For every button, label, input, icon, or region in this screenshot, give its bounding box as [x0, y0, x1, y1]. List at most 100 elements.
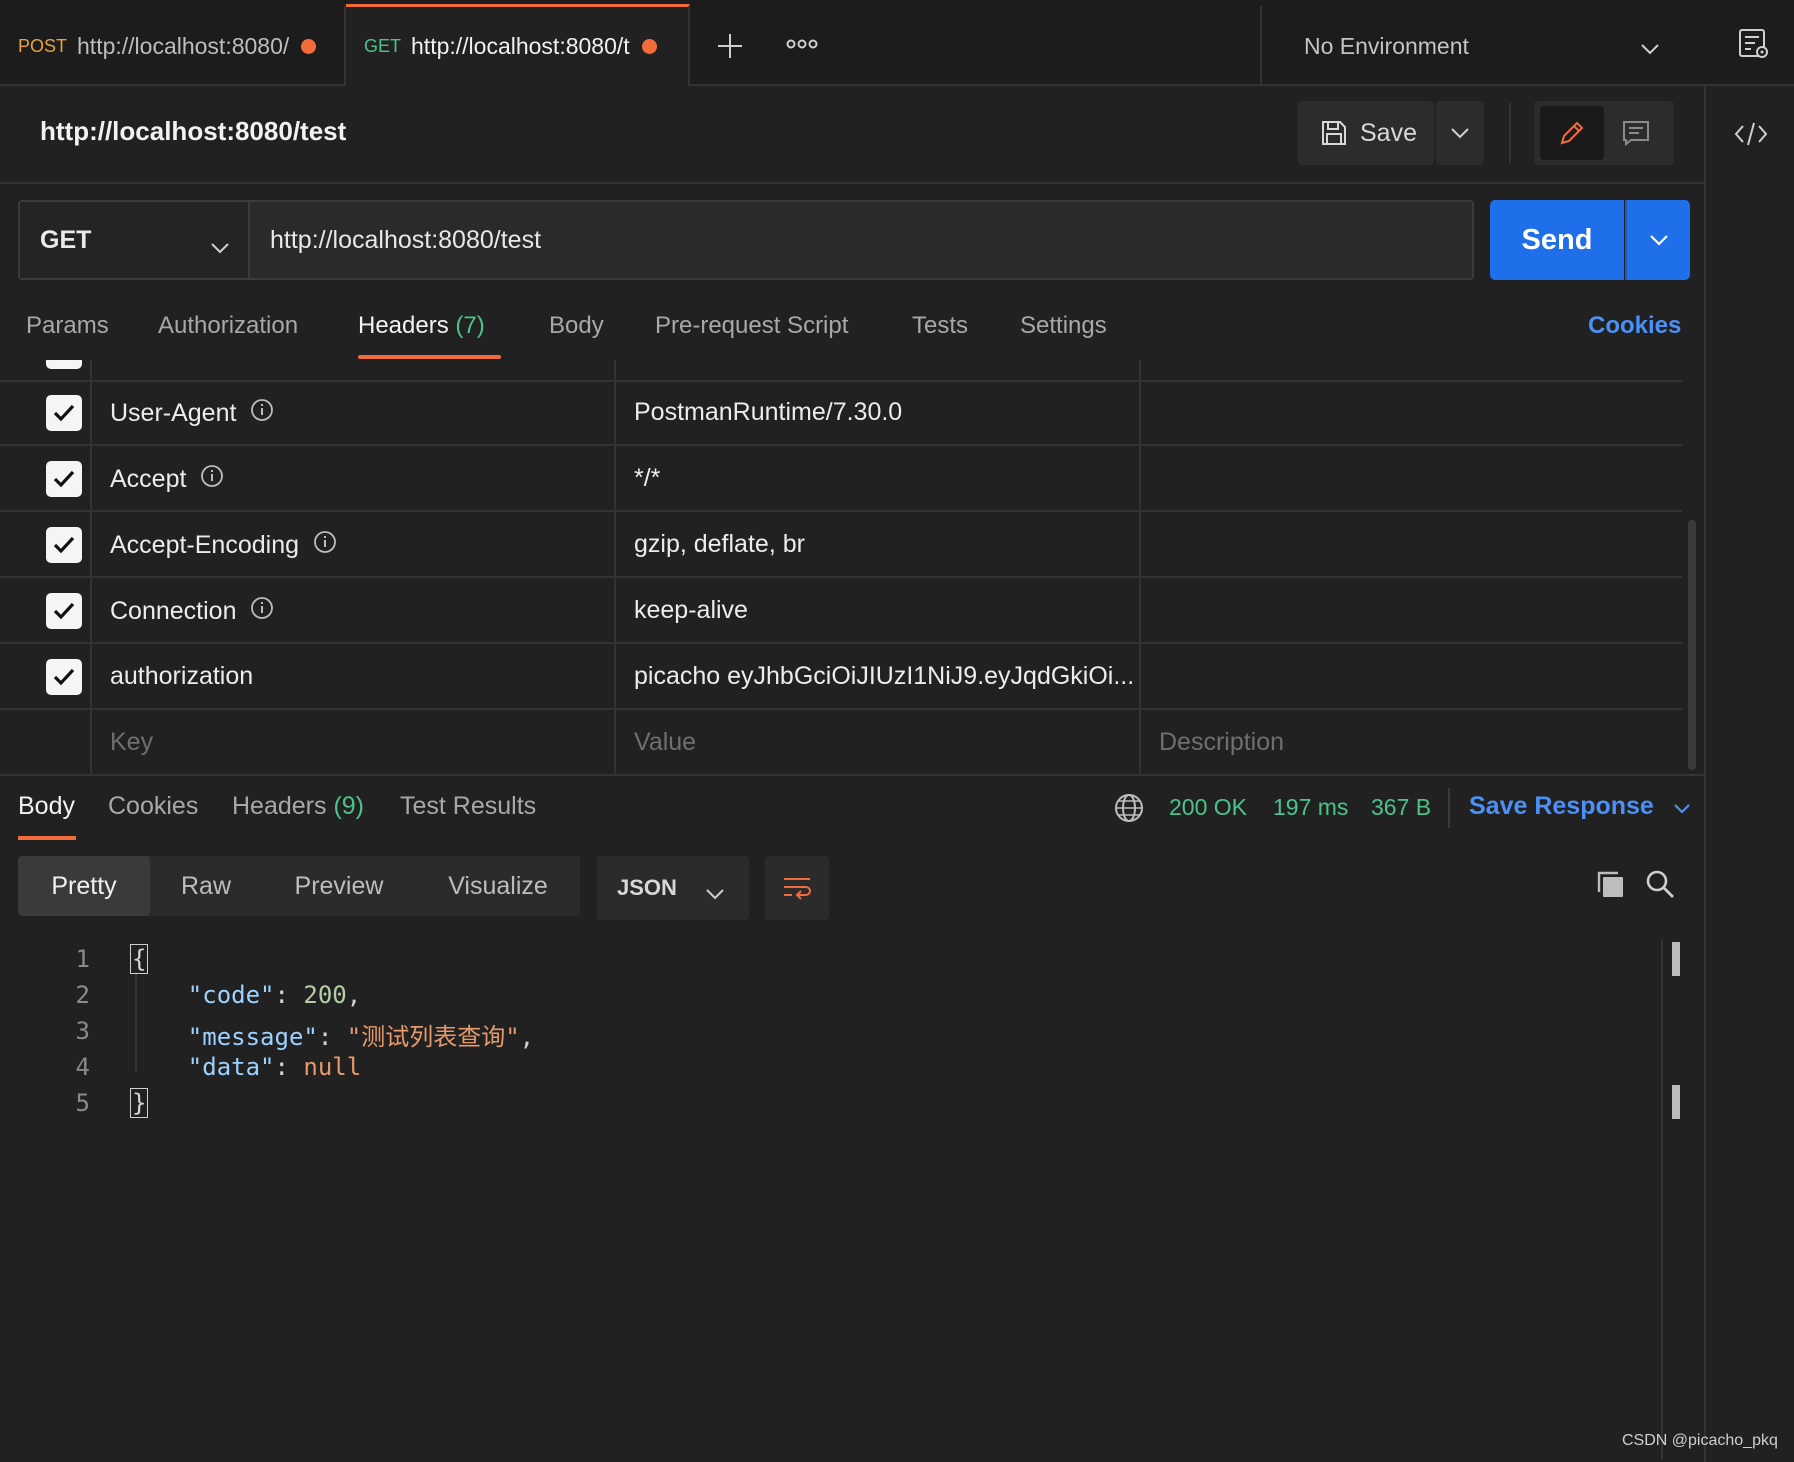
- tab-authorization[interactable]: Authorization: [158, 312, 298, 340]
- tab-settings[interactable]: Settings: [1020, 312, 1107, 340]
- search-icon[interactable]: [1644, 868, 1676, 905]
- header-divider: [0, 182, 1704, 184]
- unsaved-dot-icon: [641, 39, 657, 54]
- checkmark-icon: [53, 404, 75, 422]
- header-key-text: Accept-Encoding: [110, 531, 300, 559]
- header-value[interactable]: picacho eyJhbGciOiJIUzI1NiJ9.eyJqdGkiOi.…: [634, 662, 1134, 691]
- headers-scrollbar[interactable]: [1688, 520, 1696, 770]
- header-value[interactable]: gzip, deflate, br: [634, 530, 1134, 559]
- header-value[interactable]: keep-alive: [634, 596, 1134, 625]
- response-tab-headers[interactable]: Headers (9): [232, 792, 364, 821]
- request-tab-get[interactable]: GET http://localhost:8080/t: [346, 4, 690, 86]
- chevron-down-icon: [1451, 128, 1469, 139]
- scroll-marker: [1672, 1085, 1680, 1119]
- response-headers-count: (9): [333, 792, 365, 820]
- info-icon[interactable]: [313, 530, 337, 561]
- response-time[interactable]: 197 ms: [1273, 794, 1348, 821]
- json-key: "data": [187, 1053, 275, 1081]
- header-value[interactable]: PostmanRuntime/7.30.0: [634, 398, 1134, 427]
- code-line[interactable]: "data": null: [130, 1053, 361, 1081]
- line-number: 2: [75, 981, 90, 1009]
- code-line[interactable]: "message": "测试列表查询",: [130, 1017, 534, 1052]
- header-value[interactable]: */*: [634, 464, 1134, 493]
- table-row-new: Key Value Description: [0, 710, 1682, 776]
- header-key[interactable]: Accept: [110, 464, 224, 495]
- edit-mode-button[interactable]: [1540, 106, 1604, 160]
- tab-url-label: http://localhost:8080/t: [411, 33, 630, 59]
- status-code[interactable]: 200 OK: [1169, 794, 1247, 821]
- tab-pre-request-script[interactable]: Pre-request Script: [655, 312, 848, 340]
- header-key-text: Accept: [110, 465, 187, 493]
- active-tab-indicator: [358, 355, 501, 359]
- response-divider[interactable]: [0, 774, 1704, 776]
- pencil-icon: [1560, 121, 1584, 145]
- header-key[interactable]: User-Agent: [110, 398, 274, 429]
- request-title[interactable]: http://localhost:8080/test: [40, 116, 346, 147]
- format-tab-visualize[interactable]: Visualize: [416, 856, 580, 916]
- status-divider: [1448, 788, 1450, 828]
- checkmark-icon: [53, 668, 75, 686]
- line-number: 3: [75, 1017, 90, 1045]
- info-icon[interactable]: [250, 596, 274, 627]
- tab-headers[interactable]: Headers (7): [358, 312, 485, 340]
- documentation-mode-button[interactable]: [1604, 106, 1668, 160]
- environment-selector[interactable]: No Environment: [1260, 6, 1684, 86]
- more-tabs-icon[interactable]: [786, 36, 818, 57]
- chevron-down-icon: [1640, 34, 1660, 61]
- cookies-link[interactable]: Cookies: [1588, 312, 1681, 340]
- method-select[interactable]: GET: [18, 200, 250, 280]
- new-tab-plus-icon[interactable]: [716, 32, 744, 65]
- json-key: "code": [187, 981, 275, 1009]
- tab-tests[interactable]: Tests: [912, 312, 968, 340]
- code-snippet-icon[interactable]: [1734, 120, 1768, 153]
- copy-icon[interactable]: [1594, 868, 1626, 905]
- format-tab-preview[interactable]: Preview: [262, 856, 416, 916]
- code-scrollbar-track[interactable]: [1661, 940, 1663, 1460]
- header-enabled-checkbox[interactable]: [46, 395, 82, 431]
- table-row: Accept-Encoding gzip, deflate, br: [0, 512, 1682, 578]
- format-tab-pretty[interactable]: Pretty: [18, 856, 150, 916]
- url-input[interactable]: [248, 200, 1474, 280]
- request-tab-post[interactable]: POST http://localhost:8080/: [0, 6, 346, 86]
- save-response-button[interactable]: Save Response: [1469, 792, 1691, 821]
- globe-icon[interactable]: [1114, 793, 1144, 828]
- response-tab-test-results[interactable]: Test Results: [400, 792, 536, 821]
- header-key[interactable]: authorization: [110, 662, 253, 691]
- language-select[interactable]: JSON: [597, 856, 749, 920]
- line-number: 4: [75, 1053, 90, 1081]
- response-tab-cookies[interactable]: Cookies: [108, 792, 198, 821]
- save-options-button[interactable]: [1436, 101, 1484, 165]
- send-options-button[interactable]: [1625, 200, 1690, 280]
- code-line[interactable]: }: [130, 1088, 149, 1118]
- header-enabled-checkbox[interactable]: [46, 461, 82, 497]
- new-description-placeholder[interactable]: Description: [1159, 728, 1659, 757]
- tab-body[interactable]: Body: [549, 312, 604, 340]
- response-tab-body[interactable]: Body: [18, 792, 75, 821]
- header-key-text: authorization: [110, 662, 254, 690]
- info-icon[interactable]: [250, 398, 274, 429]
- line-number: 5: [75, 1089, 90, 1117]
- environment-quick-look-icon[interactable]: [1738, 28, 1770, 65]
- info-icon[interactable]: [200, 464, 224, 495]
- header-enabled-checkbox[interactable]: [46, 527, 82, 563]
- header-enabled-checkbox[interactable]: [46, 659, 82, 695]
- tab-params[interactable]: Params: [26, 312, 109, 340]
- header-key[interactable]: Connection: [110, 596, 274, 627]
- response-size[interactable]: 367 B: [1371, 794, 1431, 821]
- active-tab-indicator: [18, 836, 76, 840]
- unsaved-dot-icon: [301, 38, 317, 54]
- wrap-lines-button[interactable]: [765, 856, 829, 920]
- table-row: Accept */*: [0, 446, 1682, 512]
- comment-icon: [1623, 121, 1649, 147]
- send-button[interactable]: Send: [1490, 200, 1624, 280]
- new-key-placeholder[interactable]: Key: [110, 728, 153, 757]
- method-label: GET: [40, 225, 92, 254]
- header-enabled-checkbox[interactable]: [46, 360, 82, 369]
- save-button[interactable]: Save: [1298, 101, 1434, 165]
- code-line[interactable]: "code": 200,: [130, 981, 361, 1009]
- code-line[interactable]: {: [130, 944, 149, 974]
- header-enabled-checkbox[interactable]: [46, 593, 82, 629]
- new-value-placeholder[interactable]: Value: [634, 728, 1134, 757]
- header-key[interactable]: Accept-Encoding: [110, 530, 337, 561]
- format-tab-raw[interactable]: Raw: [150, 856, 262, 916]
